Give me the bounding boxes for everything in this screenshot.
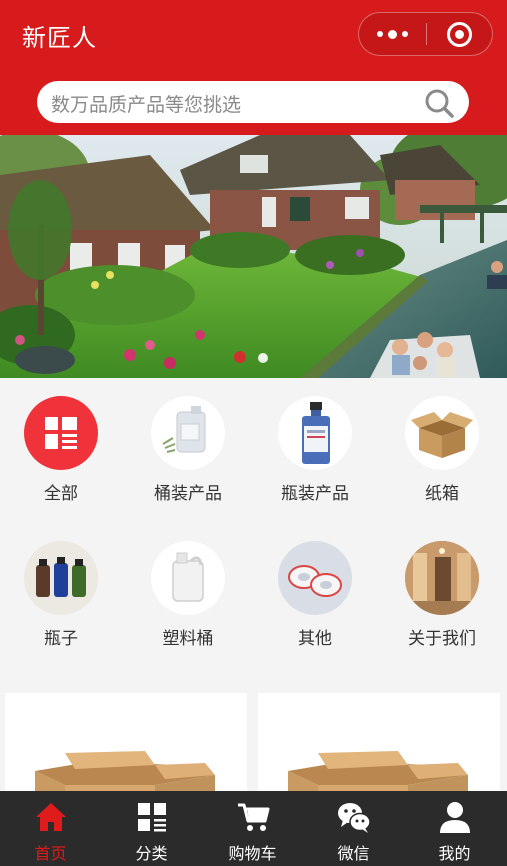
top-header: 新匠人 数万品质产品等您挑选 <box>0 0 507 135</box>
tab-mine[interactable]: 我的 <box>404 791 505 866</box>
about-room-icon <box>405 541 479 615</box>
plastic-jug-icon <box>151 541 225 615</box>
banner-image <box>0 135 507 378</box>
banner-carousel[interactable] <box>0 135 507 378</box>
category-label: 塑料桶 <box>162 629 214 649</box>
tab-label: 微信 <box>337 844 370 863</box>
tab-label: 我的 <box>438 844 471 863</box>
category-item-about-us[interactable]: 关于我们 <box>381 523 501 649</box>
carton-box-image <box>288 751 468 803</box>
product-card[interactable] <box>5 693 247 803</box>
search-input[interactable]: 数万品质产品等您挑选 <box>51 90 241 117</box>
category-label: 关于我们 <box>408 629 476 649</box>
search-bar[interactable]: 数万品质产品等您挑选 <box>37 81 469 123</box>
tab-category[interactable]: 分类 <box>101 791 202 866</box>
carton-box-image <box>35 751 215 803</box>
category-icon <box>138 803 166 832</box>
tab-wechat[interactable]: 微信 <box>303 791 404 866</box>
bottle-product-icon <box>278 396 352 470</box>
home-icon <box>36 803 66 831</box>
bottom-tab-bar: 首页 分类 购物车 微信 我的 <box>0 791 507 866</box>
category-label: 桶装产品 <box>154 484 222 504</box>
category-item-bottles[interactable]: 瓶子 <box>0 523 120 649</box>
wechat-icon <box>338 803 371 833</box>
carton-box-icon <box>405 396 479 470</box>
category-item-all[interactable]: 全部 <box>0 378 120 504</box>
product-card[interactable] <box>258 693 500 803</box>
category-item-others[interactable]: 其他 <box>254 523 374 649</box>
bucket-product-icon <box>151 396 225 470</box>
tape-rolls-icon <box>278 541 352 615</box>
tab-label: 分类 <box>135 844 168 863</box>
tab-label: 首页 <box>34 844 67 863</box>
grid-icon <box>24 396 98 470</box>
user-icon <box>440 802 470 833</box>
category-label: 全部 <box>44 484 78 504</box>
more-icon[interactable] <box>359 13 425 55</box>
category-item-plastic-buckets[interactable]: 塑料桶 <box>127 523 247 649</box>
carousel-indicator-dot <box>258 353 268 363</box>
category-item-cartons[interactable]: 纸箱 <box>381 378 501 504</box>
category-label: 瓶子 <box>44 629 78 649</box>
app-title: 新匠人 <box>22 24 97 52</box>
category-label: 其他 <box>298 629 332 649</box>
category-grid: 全部 桶装产品 瓶装产品 纸箱 瓶子 塑料桶 其他 关于我们 <box>0 378 507 690</box>
tab-cart[interactable]: 购物车 <box>202 791 303 866</box>
tab-home[interactable]: 首页 <box>0 791 101 866</box>
category-label: 纸箱 <box>425 484 459 504</box>
category-item-bottle-products[interactable]: 瓶装产品 <box>254 378 374 504</box>
target-icon[interactable] <box>447 22 472 47</box>
category-item-bucket-products[interactable]: 桶装产品 <box>127 378 247 504</box>
search-icon[interactable] <box>423 87 455 119</box>
category-label: 瓶装产品 <box>281 484 349 504</box>
product-list <box>0 690 507 803</box>
tab-label: 购物车 <box>228 844 277 863</box>
capsule-divider <box>426 23 427 45</box>
cart-icon <box>238 803 270 831</box>
mini-program-capsule <box>358 12 493 56</box>
bottles-icon <box>24 541 98 615</box>
